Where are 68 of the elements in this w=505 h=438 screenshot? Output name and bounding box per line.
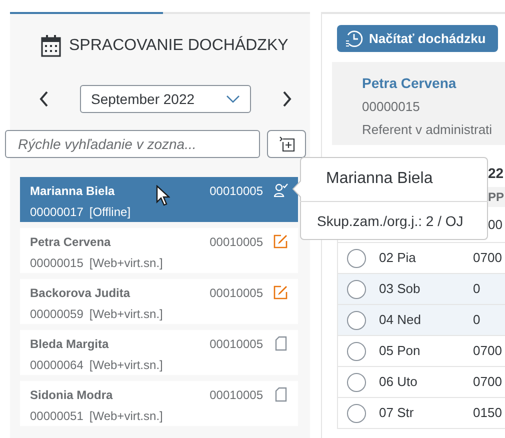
radio-button[interactable] xyxy=(347,310,366,330)
unit-number: 00010005 xyxy=(210,285,263,302)
value-cell-text: 00 xyxy=(488,216,502,234)
employee-name: Bleda Margita xyxy=(30,336,109,353)
employee-list-item[interactable]: Backorova Judita 00000059 [Web+virt.sn.] 00010005 xyxy=(20,279,298,324)
month-select[interactable]: September 2022 xyxy=(80,85,251,113)
employee-list-item[interactable]: Bleda Margita 00000064 [Web+virt.sn.] 00010005 xyxy=(20,330,298,375)
table-row[interactable]: 03 Sob 0 xyxy=(338,274,505,305)
table-title: 22 xyxy=(488,164,504,182)
employee-number: 00000051 xyxy=(30,408,84,425)
add-button[interactable] xyxy=(267,130,306,158)
column-header: PP xyxy=(488,189,504,206)
table-row[interactable]: 04 Ned 0 xyxy=(338,305,505,336)
employee-name: Petra Cervena xyxy=(30,234,111,251)
value-cell-text: 0700 xyxy=(473,373,502,392)
radio-button[interactable] xyxy=(347,372,366,392)
employee-list-item[interactable]: Marianna Biela 00000017 [Offline] 00010005 xyxy=(20,177,298,222)
value-cell-text: 0 xyxy=(473,280,480,298)
employee-number: 00000015 xyxy=(30,255,84,272)
pointer-icon xyxy=(156,185,170,206)
employee-number: 00000059 xyxy=(30,306,84,323)
employee-list-item[interactable]: Petra Cervena 00000015 [Web+virt.sn.] 00010005 xyxy=(20,228,298,273)
employee-position: Referent v administrati xyxy=(362,120,494,138)
unit-number: 00010005 xyxy=(210,234,263,251)
radio-button[interactable] xyxy=(347,280,366,298)
day-cell-text: 07 Str xyxy=(379,404,415,422)
value-cell-text: 0 xyxy=(473,311,480,330)
day-cell-text: 04 Ned xyxy=(379,311,422,330)
tooltip-title: Marianna Biela xyxy=(326,169,433,189)
status-text: [Offline] xyxy=(89,204,131,221)
unit-number: 00010005 xyxy=(210,183,263,200)
day-cell-text: 03 Sob xyxy=(379,280,422,298)
employee-number: 00000064 xyxy=(30,357,84,374)
search-field[interactable]: Rýchle vyhľadanie v zozna... xyxy=(5,130,260,158)
status-text: [Web+virt.sn.] xyxy=(89,306,163,323)
tooltip-text: Skup.zam./org.j.: 2 / OJ xyxy=(317,212,464,231)
status-text: [Web+virt.sn.] xyxy=(89,255,163,272)
employee-number: 00000015 xyxy=(362,98,421,116)
edit-icon xyxy=(273,285,288,300)
unit-number: 00010005 xyxy=(210,336,263,353)
status-text: [Web+virt.sn.] xyxy=(89,408,163,425)
calendar-icon xyxy=(41,35,61,57)
clock-icon xyxy=(345,30,363,48)
employee-name: Backorova Judita xyxy=(30,285,130,302)
value-cell-text: 0700 xyxy=(473,342,502,360)
day-cell-text: 06 Uto xyxy=(379,373,418,392)
person-check-icon xyxy=(274,183,288,197)
value-cell-text: 0700 xyxy=(473,249,502,268)
document-icon xyxy=(274,387,286,402)
employee-name: Petra Cervena xyxy=(362,74,458,93)
day-cell-text: 02 Pia xyxy=(379,249,417,268)
day-cell-text: 05 Pon xyxy=(379,342,422,360)
chevron-down-icon xyxy=(226,95,240,103)
status-text: [Web+virt.sn.] xyxy=(89,357,163,374)
radio-button[interactable] xyxy=(347,248,366,268)
page-title: SPRACOVANIE DOCHÁDZKY xyxy=(69,35,288,56)
radio-button[interactable] xyxy=(347,404,366,422)
radio-button[interactable] xyxy=(347,342,366,360)
add-icon xyxy=(278,136,294,152)
employee-name: Sidonia Modra xyxy=(30,387,113,404)
employee-number: 00000017 xyxy=(30,204,84,221)
unit-number: 00010005 xyxy=(210,387,263,404)
employee-list-item[interactable]: Sidonia Modra 00000051 [Web+virt.sn.] 00010005 xyxy=(20,381,298,426)
load-attendance-button[interactable]: Načítať dochádzku xyxy=(337,25,498,52)
employee-name: Marianna Biela xyxy=(30,183,115,200)
document-icon xyxy=(274,336,286,351)
value-cell-text: 0150 xyxy=(473,404,502,422)
edit-icon xyxy=(273,234,288,249)
